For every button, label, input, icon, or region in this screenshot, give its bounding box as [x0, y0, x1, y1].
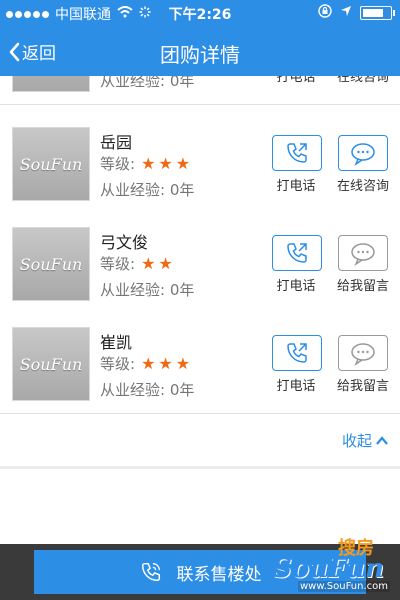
- level-row: 等级: ★ ★ ★: [100, 353, 190, 374]
- watermark-logo-text: SouFun: [273, 554, 384, 584]
- status-bar: 中国联通 下午2:26: [0, 0, 400, 26]
- online-consult-button[interactable]: [338, 135, 388, 171]
- star-rating: ★ ★ ★: [141, 354, 190, 373]
- experience-text: 从业经验: 0年: [100, 281, 195, 299]
- message-label[interactable]: 在线咨询: [332, 175, 394, 194]
- battery-icon: [360, 6, 395, 20]
- status-right: [318, 4, 395, 22]
- star-icon: ★: [141, 354, 156, 373]
- collapse-toggle[interactable]: 收起: [342, 430, 388, 451]
- star-rating: ★ ★: [141, 254, 173, 273]
- chevron-up-icon: [376, 435, 388, 445]
- list-item: SouFun 岳园 等级: ★ ★ ★ 从业经验: 0年 打电话 在线咨询: [0, 113, 400, 214]
- experience-text: 从业经验: 0年: [100, 181, 195, 199]
- avatar-placeholder-text: SouFun: [19, 154, 83, 174]
- section-divider: [0, 466, 400, 469]
- list-item: 从业经验: 0年 打电话 在线咨询: [0, 76, 400, 105]
- level-row: 等级: ★ ★: [100, 253, 173, 274]
- star-icon: ★: [175, 154, 191, 173]
- call-button[interactable]: [272, 235, 322, 271]
- consultant-avatar: [12, 76, 90, 92]
- consultant-name: 崔凯: [100, 333, 133, 352]
- phone-icon: [287, 343, 307, 363]
- call-label[interactable]: 打电话: [270, 375, 322, 394]
- star-icon: ★: [141, 154, 156, 173]
- star-rating: ★ ★ ★: [141, 154, 190, 173]
- star-icon: ★: [158, 354, 173, 373]
- star-icon: ★: [175, 354, 191, 373]
- consultant-name: 弓文俊: [100, 233, 149, 252]
- collapse-label: 收起: [341, 432, 372, 450]
- phone-icon: [287, 143, 307, 163]
- avatar-placeholder-text: SouFun: [19, 354, 83, 374]
- message-label[interactable]: 给我留言: [332, 375, 394, 394]
- message-label[interactable]: 给我留言: [332, 275, 394, 294]
- level-label: 等级:: [100, 255, 136, 273]
- consultant-avatar: SouFun: [12, 327, 90, 401]
- star-icon: ★: [141, 254, 156, 273]
- nav-bar: 返回 团购详情: [0, 26, 400, 76]
- soufun-watermark: 搜房 SouFun www.SouFun.com: [273, 538, 394, 594]
- call-label[interactable]: 打电话: [270, 76, 322, 85]
- consultant-avatar: SouFun: [12, 127, 90, 201]
- consultant-name: 岳园: [100, 133, 133, 152]
- level-label: 等级:: [100, 355, 136, 373]
- level-label: 等级:: [100, 155, 136, 173]
- experience-text: 从业经验: 0年: [100, 381, 195, 399]
- call-label[interactable]: 打电话: [270, 275, 322, 294]
- leave-message-button[interactable]: [338, 235, 388, 271]
- consultant-list: 从业经验: 0年 打电话 在线咨询 SouFun 岳园 等级: ★ ★ ★ 从业经验…: [0, 76, 400, 544]
- location-icon: [340, 5, 352, 21]
- chat-bubble-icon: [351, 243, 375, 266]
- chat-bubble-icon: [351, 143, 375, 166]
- list-item: SouFun 弓文俊 等级: ★ ★ 从业经验: 0年 打电话 给我留言: [0, 213, 400, 314]
- consultant-avatar: SouFun: [12, 227, 90, 301]
- star-icon: ★: [158, 154, 173, 173]
- star-icon: ★: [158, 254, 173, 273]
- call-button[interactable]: [272, 335, 322, 371]
- experience-text: 从业经验: 0年: [100, 76, 195, 90]
- page-title: 团购详情: [160, 43, 240, 67]
- phone-icon: [287, 243, 307, 263]
- contact-sales-office-label: 联系售楼处: [176, 564, 262, 585]
- orientation-lock-icon: [318, 4, 332, 22]
- list-item: SouFun 崔凯 等级: ★ ★ ★ 从业经验: 0年 打电话 给我留言: [0, 313, 400, 414]
- avatar-placeholder-text: SouFun: [19, 254, 83, 274]
- call-label[interactable]: 打电话: [270, 175, 322, 194]
- level-row: 等级: ★ ★ ★: [100, 153, 190, 174]
- message-label[interactable]: 在线咨询: [332, 76, 394, 85]
- call-button[interactable]: [272, 135, 322, 171]
- watermark-domain: www.SouFun.com: [297, 581, 390, 592]
- phone-icon: [141, 562, 160, 582]
- chat-bubble-icon: [351, 343, 375, 366]
- leave-message-button[interactable]: [338, 335, 388, 371]
